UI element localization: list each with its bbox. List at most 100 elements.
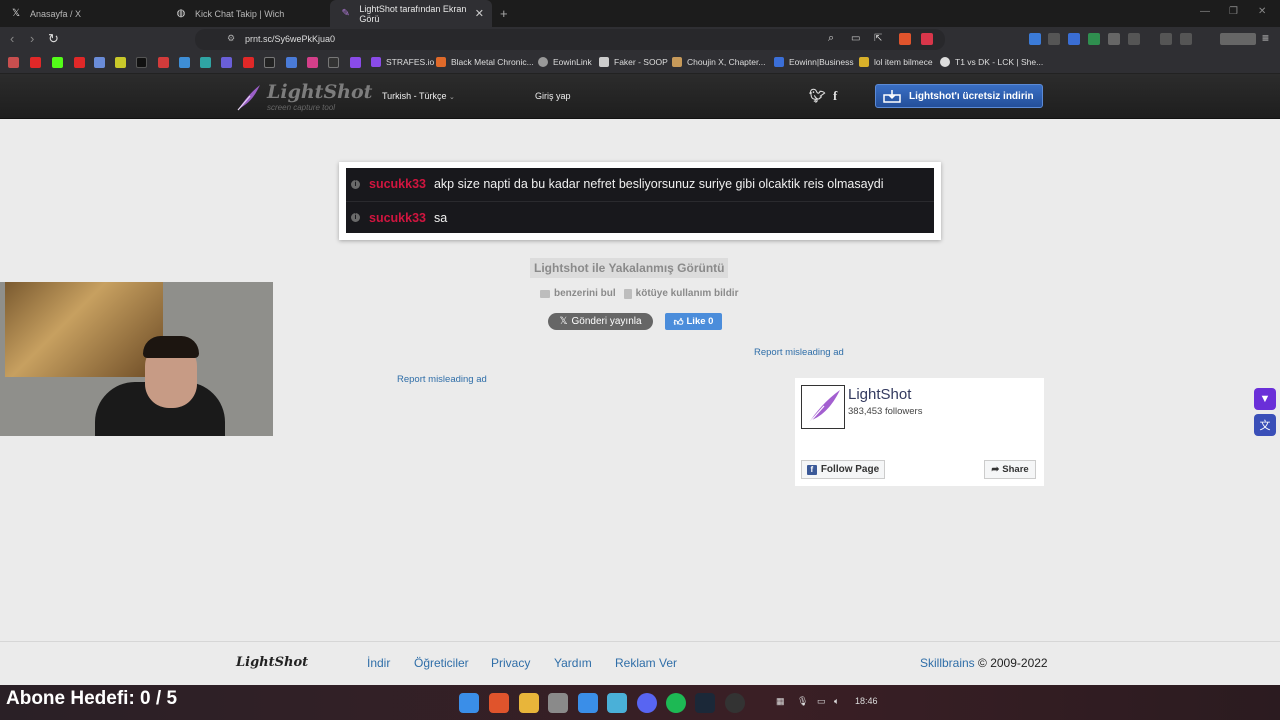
zoom-icon[interactable]: ⌕ [828,32,834,45]
clock-time[interactable]: 18:46 [855,696,878,706]
x-logo-icon[interactable] [264,57,275,68]
sidebar-icon[interactable] [1160,33,1172,45]
menu-icon[interactable]: ≡ [1262,31,1269,45]
tab-title: Kick Chat Takip | Wich [195,8,285,19]
page-name[interactable]: LightShot [848,386,911,403]
footer-link-advertise[interactable]: Reklam Ver [615,656,677,670]
tab-lightshot[interactable]: ✎ LightShot tarafından Ekran Görü ✕ [330,0,492,27]
gmail-icon[interactable] [8,57,19,68]
camera-icon [540,289,550,298]
close-window-icon[interactable]: ✕ [1258,6,1266,17]
address-bar[interactable]: ⚙ prnt.sc/Sy6wePkKjua0 ⌕ ▭ ⇱ [195,29,945,50]
youtube-icon[interactable] [74,57,85,68]
spotify-icon[interactable] [666,693,686,713]
bookmark-item[interactable]: T1 vs DK - LCK | She... [940,57,1043,67]
report-abuse-link[interactable]: kötüye kullanım bildir [636,288,739,299]
photos-icon[interactable] [578,693,598,713]
steam-icon[interactable] [695,693,715,713]
footer-link-privacy[interactable]: Privacy [491,656,530,670]
chat-text: akp size napti da bu kadar nefret besliy… [433,177,884,191]
app-icon[interactable] [607,693,627,713]
file-explorer-icon[interactable] [519,693,539,713]
bookmark-item[interactable]: Faker - SOOP [599,57,668,67]
close-tab-icon[interactable]: ✕ [475,7,484,20]
screenshot-image[interactable]: i sucukk33 akp size napti da bu kadar ne… [339,162,941,240]
extension-icon[interactable] [1048,33,1060,45]
bookmark-site-icon[interactable] [94,57,105,68]
obs-icon[interactable] [725,693,745,713]
translate-icon[interactable]: 文 [1254,414,1276,436]
tool-icon[interactable] [548,693,568,713]
network-icon[interactable]: ▭ [817,696,826,707]
tweet-button[interactable]: 𝕏 Gönderi yayınla [548,313,653,330]
cast-icon[interactable]: ▭ [851,33,860,44]
brave-icon[interactable] [489,693,509,713]
bookmark-item[interactable]: EowinLink [538,57,592,67]
bookmark-site-icon[interactable] [328,57,339,68]
bookmark-site-icon[interactable] [158,57,169,68]
follow-page-button[interactable]: f Follow Page [801,460,885,479]
facebook-like-button[interactable]: 👍︎ Like 0 [665,313,722,330]
extension-icon[interactable] [1029,33,1041,45]
side-extension-icon[interactable]: ▼ [1254,388,1276,410]
footer-link-download[interactable]: İndir [367,656,390,670]
reload-icon[interactable]: ↻ [48,31,59,47]
share-icon[interactable]: ⇱ [874,33,882,44]
bookmark-item[interactable]: lol item bilmece [859,57,933,67]
back-icon[interactable]: ‹ [10,31,14,46]
youtube-icon[interactable] [30,57,41,68]
extension-icon[interactable] [1088,33,1100,45]
brave-shield-icon[interactable] [899,33,911,45]
profile-icon[interactable] [1220,33,1256,45]
footer-logo[interactable]: LightShot [236,655,308,670]
report-misleading-ad-link[interactable]: Report misleading ad [397,374,487,385]
language-selector[interactable]: Turkish - Türkçe ⌄ [382,91,455,101]
facebook-icon[interactable]: f [833,88,837,104]
bookmark-item[interactable]: Choujin X, Chapter... [672,57,765,67]
bookmark-site-icon[interactable] [200,57,211,68]
twitch-icon[interactable] [350,57,361,68]
tiktok-icon[interactable] [136,57,147,68]
discord-icon[interactable] [637,693,657,713]
windows-start-icon[interactable] [459,693,479,713]
minimize-icon[interactable]: — [1200,6,1210,17]
tray-apps-icon[interactable]: ▦ [776,696,785,707]
bookmark-item[interactable]: Black Metal Chronic... [436,57,534,67]
twitter-icon[interactable]: 🐦︎ [809,88,826,104]
skillbrains-link[interactable]: Skillbrains [920,656,975,670]
maximize-icon[interactable]: ❐ [1229,6,1238,17]
wallet-icon[interactable] [1180,33,1192,45]
bookmark-item[interactable]: Eowinn|Business [774,57,854,67]
volume-icon[interactable]: 🔈︎ [834,696,839,707]
download-button[interactable]: Lightshot'ı ücretsiz indirin [875,84,1043,108]
microphone-icon[interactable]: 🎙︎ [797,696,808,707]
tab-kick-chat[interactable]: ◍ Kick Chat Takip | Wich [165,0,330,27]
report-misleading-ad-link[interactable]: Report misleading ad [754,347,844,358]
tab-twitter[interactable]: 𝕏 Anasayfa / X [0,0,165,27]
extension-icon[interactable] [1068,33,1080,45]
new-tab-icon[interactable]: + [500,6,508,21]
share-button[interactable]: ➦ Share [984,460,1036,479]
footer-link-help[interactable]: Yardım [554,656,592,670]
bookmark-site-icon[interactable] [286,57,297,68]
subscriber-goal-text: Abone Hedefi: 0 / 5 [6,688,178,709]
footer-link-tutorials[interactable]: Öğreticiler [414,656,469,670]
login-link[interactable]: Giriş yap [535,91,571,101]
forward-icon[interactable]: › [30,31,34,46]
bookmark-site-icon[interactable] [221,57,232,68]
youtube-icon[interactable] [243,57,254,68]
kick-icon[interactable] [52,57,63,68]
find-similar-link[interactable]: benzerini bul [554,288,616,299]
extension-icon[interactable] [1128,33,1140,45]
extensions-puzzle-icon[interactable] [1108,33,1120,45]
bookmark-site-icon[interactable] [115,57,126,68]
page-avatar[interactable] [801,385,845,429]
bookmarks-bar: STRAFES.io Black Metal Chronic... EowinL… [0,52,1280,74]
site-info-icon[interactable]: ⚙ [227,33,235,44]
feather-logo-icon [807,390,840,425]
bookmark-site-icon[interactable] [179,57,190,68]
brave-rewards-icon[interactable] [921,33,933,45]
logo-tagline: screen capture tool [267,103,336,112]
bookmark-item[interactable]: STRAFES.io [371,57,434,67]
instagram-icon[interactable] [307,57,318,68]
